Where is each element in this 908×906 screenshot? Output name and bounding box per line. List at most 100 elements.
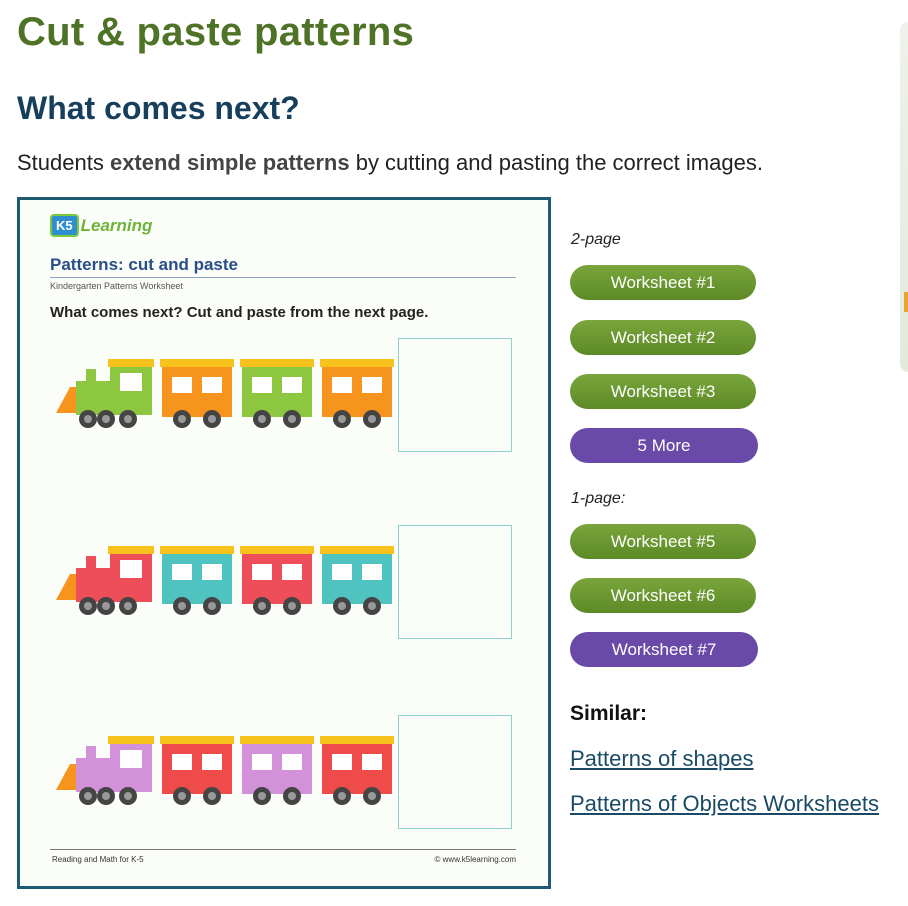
wheel-hub — [368, 415, 376, 423]
wheel-hub — [84, 602, 92, 610]
side-panel-edge — [900, 22, 908, 372]
wheel-hub — [258, 792, 266, 800]
intro-post: by cutting and pasting the correct image… — [349, 150, 763, 175]
wheel-hub — [178, 792, 186, 800]
similar-heading: Similar: — [570, 702, 648, 725]
wheel-hub — [208, 792, 216, 800]
wheel-hub — [178, 602, 186, 610]
car-roof — [160, 736, 234, 744]
car-window — [362, 377, 382, 393]
worksheet-footer-right: © www.k5learning.com — [434, 855, 516, 864]
wheel-hub — [258, 602, 266, 610]
answer-box-1 — [398, 338, 512, 452]
k5-logo: K5 Learning — [50, 214, 152, 237]
link-patterns-of-objects[interactable]: Patterns of Objects Worksheets — [570, 791, 879, 817]
car-window — [332, 564, 352, 580]
two-page-label: 2-page — [571, 231, 621, 248]
answer-box-2 — [398, 525, 512, 639]
car-roof — [320, 359, 394, 367]
car-roof — [240, 736, 314, 744]
wheel-hub — [208, 602, 216, 610]
wheel-hub — [338, 792, 346, 800]
worksheet-3-button[interactable]: Worksheet #3 — [570, 374, 756, 409]
page-title: Cut & paste patterns — [17, 10, 415, 54]
wheel-hub — [288, 792, 296, 800]
car-window — [362, 564, 382, 580]
car-window — [252, 564, 272, 580]
wheel-hub — [368, 602, 376, 610]
car-window — [332, 377, 352, 393]
worksheet-1-button[interactable]: Worksheet #1 — [570, 265, 756, 300]
engine-cowcatcher — [56, 574, 78, 600]
car-roof — [160, 359, 234, 367]
wheel-hub — [338, 415, 346, 423]
intro-text: Students extend simple patterns by cutti… — [17, 150, 763, 176]
car-roof — [240, 359, 314, 367]
engine-cowcatcher — [56, 387, 78, 413]
worksheet-title: Patterns: cut and paste — [50, 255, 238, 274]
car-window — [202, 377, 222, 393]
wheel-hub — [102, 415, 110, 423]
car-roof — [160, 546, 234, 554]
engine-roof — [108, 736, 154, 744]
car-window — [282, 754, 302, 770]
car-window — [172, 377, 192, 393]
answer-box-3 — [398, 715, 512, 829]
link-patterns-of-shapes[interactable]: Patterns of shapes — [570, 746, 753, 772]
wheel-hub — [368, 792, 376, 800]
engine-chimney — [86, 369, 96, 383]
wheel-hub — [288, 415, 296, 423]
engine-window — [120, 750, 142, 768]
worksheet-6-button[interactable]: Worksheet #6 — [570, 578, 756, 613]
car-roof — [240, 546, 314, 554]
car-window — [362, 754, 382, 770]
worksheet-2-button[interactable]: Worksheet #2 — [570, 320, 756, 355]
one-page-label: 1-page: — [571, 490, 626, 507]
car-window — [202, 564, 222, 580]
engine-chimney — [86, 556, 96, 570]
car-window — [282, 377, 302, 393]
wheel-hub — [124, 792, 132, 800]
car-window — [332, 754, 352, 770]
car-window — [252, 377, 272, 393]
wheel-hub — [102, 792, 110, 800]
car-roof — [320, 546, 394, 554]
worksheet-title-rule — [50, 277, 516, 278]
worksheet-7-button[interactable]: Worksheet #7 — [570, 632, 758, 667]
engine-roof — [108, 546, 154, 554]
engine-roof — [108, 359, 154, 367]
car-window — [172, 564, 192, 580]
car-window — [172, 754, 192, 770]
car-window — [202, 754, 222, 770]
worksheet-5-button[interactable]: Worksheet #5 — [570, 524, 756, 559]
worksheet-preview[interactable]: K5 Learning Patterns: cut and paste Kind… — [17, 197, 551, 889]
worksheet-footer-left: Reading and Math for K-5 — [52, 855, 144, 864]
engine-window — [120, 560, 142, 578]
wheel-hub — [178, 415, 186, 423]
wheel-hub — [102, 602, 110, 610]
car-window — [252, 754, 272, 770]
section-heading: What comes next? — [17, 90, 300, 126]
logo-badge: K5 — [50, 214, 79, 237]
intro-pre: Students — [17, 150, 110, 175]
engine-window — [120, 373, 142, 391]
engine-chimney — [86, 746, 96, 760]
wheel-hub — [124, 415, 132, 423]
intro-bold: extend simple patterns — [109, 150, 350, 175]
worksheet-instruction: What comes next? Cut and paste from the … — [50, 304, 429, 321]
engine-cowcatcher — [56, 764, 78, 790]
logo-text: Learning — [80, 215, 153, 235]
wheel-hub — [84, 415, 92, 423]
wheel-hub — [338, 602, 346, 610]
more-worksheets-button[interactable]: 5 More — [570, 428, 758, 463]
wheel-hub — [124, 602, 132, 610]
wheel-hub — [84, 792, 92, 800]
wheel-hub — [288, 602, 296, 610]
wheel-hub — [258, 415, 266, 423]
car-window — [282, 564, 302, 580]
side-panel-marker — [904, 292, 908, 312]
wheel-hub — [208, 415, 216, 423]
car-roof — [320, 736, 394, 744]
worksheet-footer-rule — [50, 849, 516, 850]
worksheet-subtitle: Kindergarten Patterns Worksheet — [50, 281, 183, 291]
